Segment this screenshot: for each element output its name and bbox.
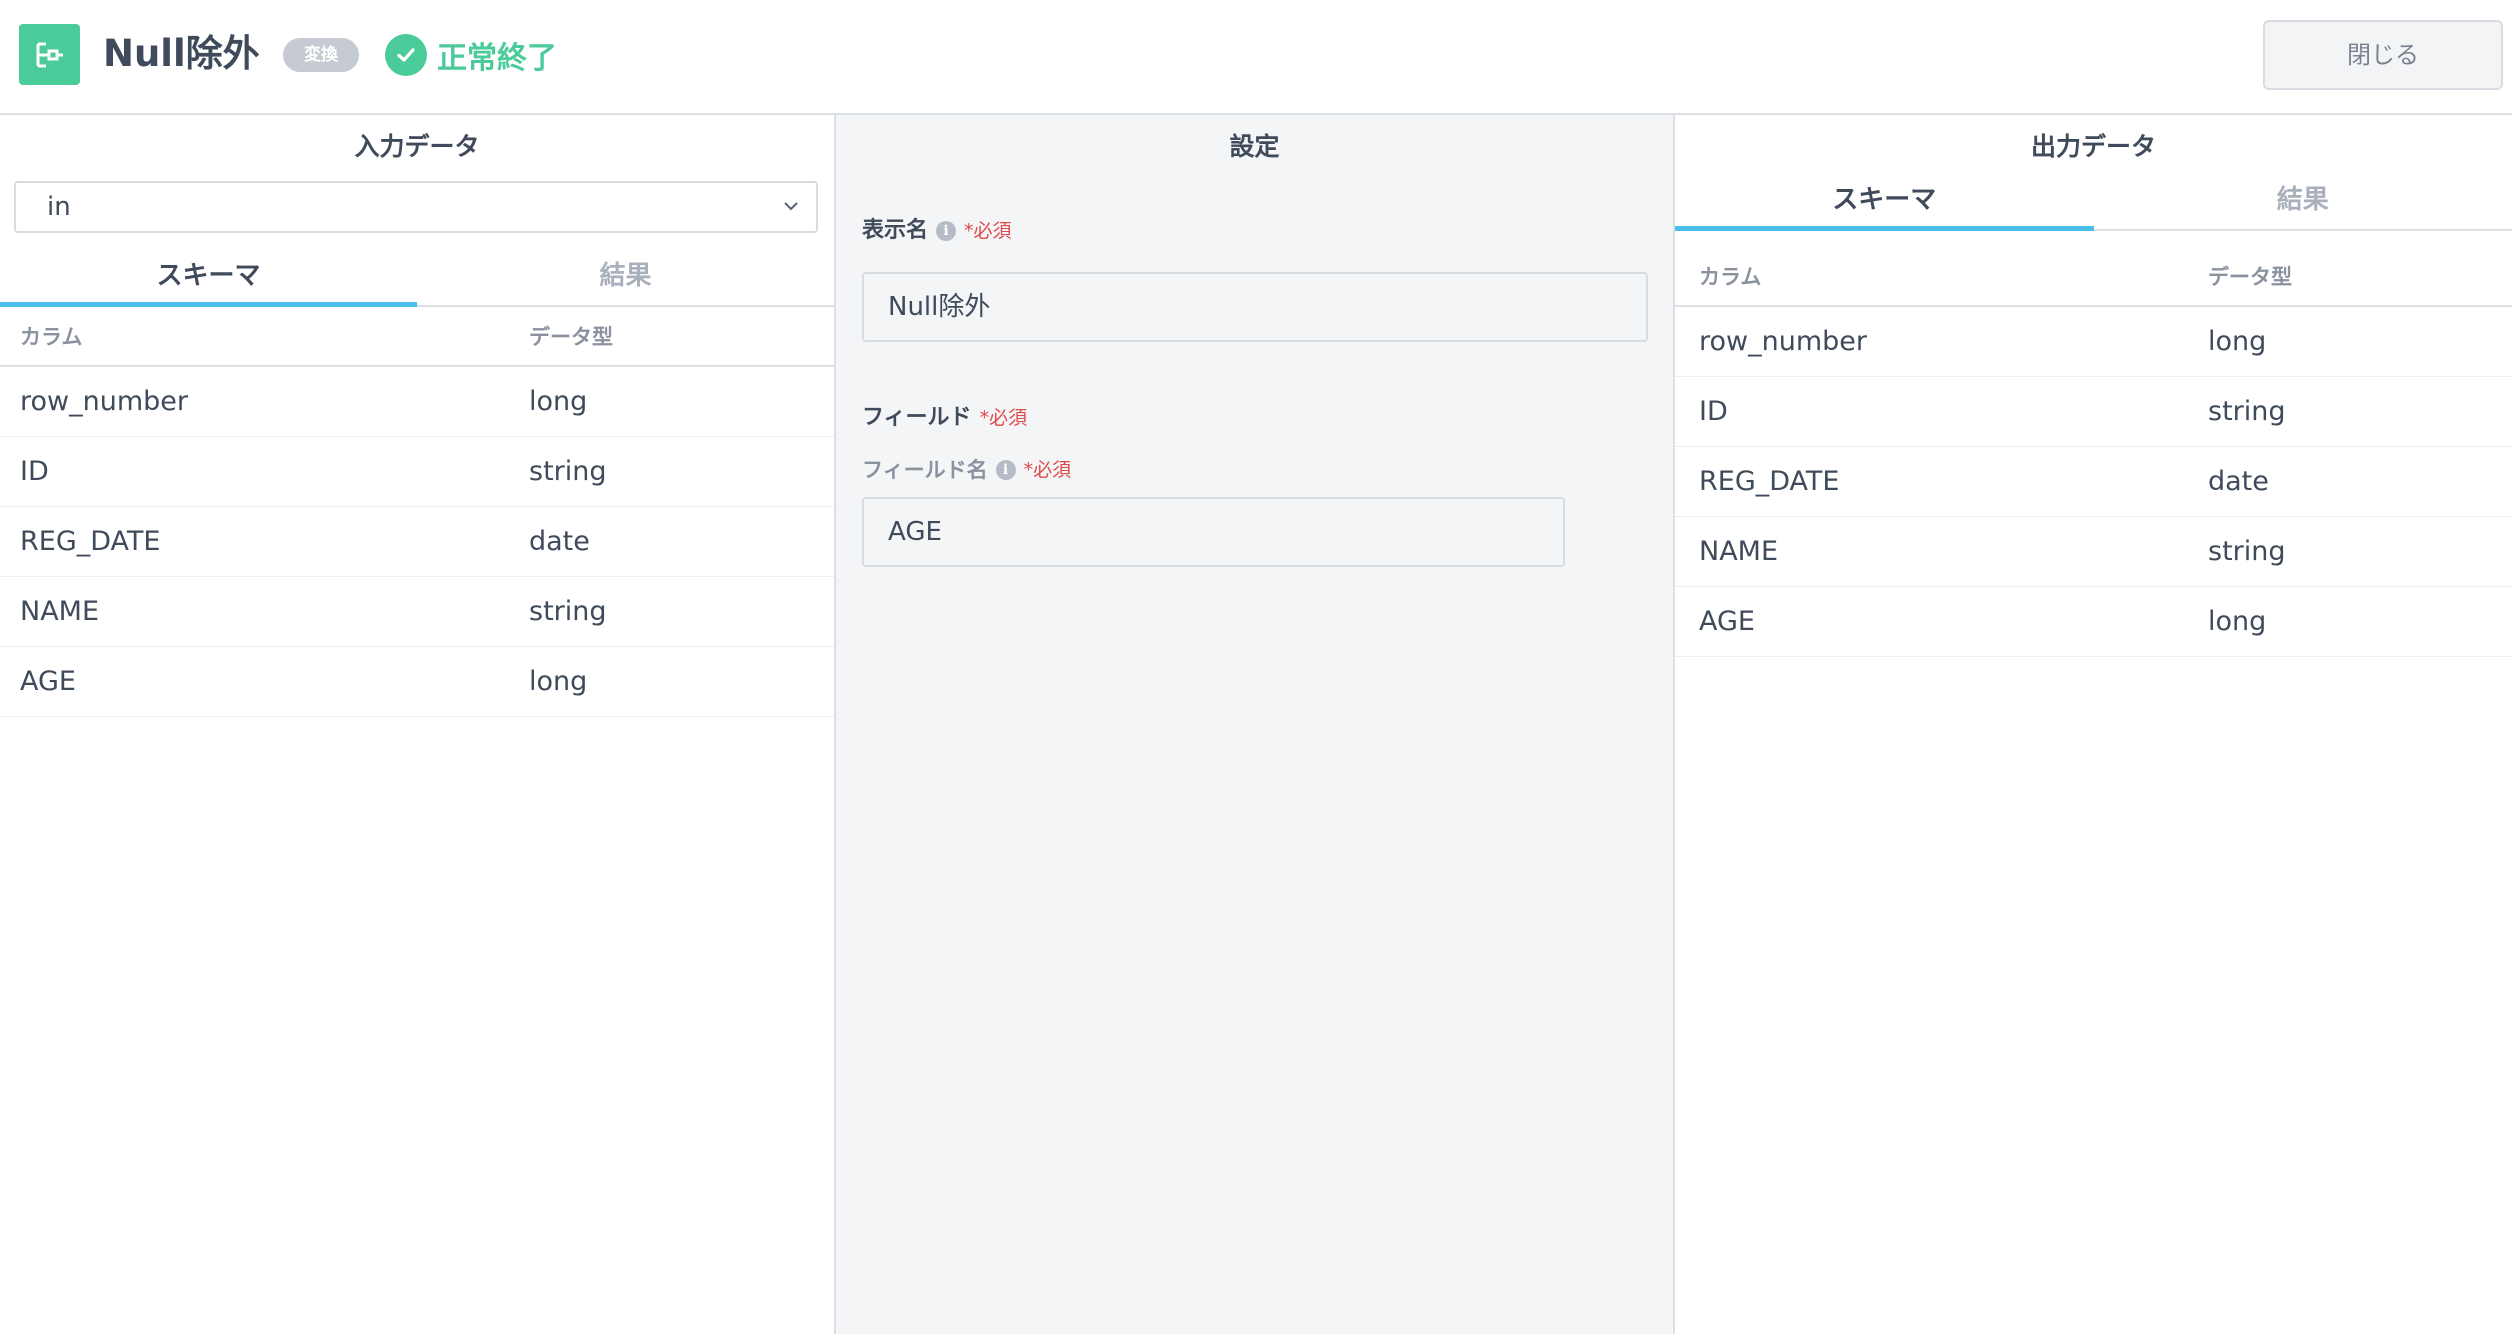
column-name: ID [20, 456, 49, 487]
page-title: Null除外 [103, 32, 260, 75]
required-marker: *必須 [979, 407, 1028, 429]
table-row: row_number long [0, 367, 834, 437]
chevron-down-icon [784, 202, 798, 211]
field-name-input[interactable]: AGE [862, 497, 1565, 567]
column-header-type: データ型 [2208, 265, 2292, 289]
column-type: string [529, 596, 607, 627]
column-type: string [2208, 536, 2286, 567]
table-row: ID string [0, 437, 834, 507]
output-tabs: スキーマ 結果 [1675, 169, 2512, 231]
tab-output-schema[interactable]: スキーマ [1675, 169, 2094, 231]
table-row: NAME string [1675, 517, 2512, 587]
tab-output-result[interactable]: 結果 [2094, 169, 2512, 231]
status-text: 正常終了 [437, 41, 557, 76]
input-schema-header: カラム データ型 [0, 307, 834, 367]
column-type: date [529, 526, 590, 557]
input-select[interactable]: in [14, 181, 818, 233]
close-button[interactable]: 閉じる [2263, 20, 2503, 90]
info-icon[interactable]: i [995, 460, 1016, 480]
output-data-panel: 出力データ スキーマ 結果 カラム データ型 row_number long I… [1675, 115, 2512, 1334]
check-circle-icon [385, 34, 427, 76]
input-tabs: スキーマ 結果 [0, 245, 834, 307]
column-name: REG_DATE [1699, 466, 1840, 497]
table-row: REG_DATE date [1675, 447, 2512, 517]
display-name-label-text: 表示名 [862, 218, 929, 243]
table-row: ID string [1675, 377, 2512, 447]
dialog-header: Null除外 変換 正常終了 閉じる [0, 0, 2512, 115]
display-name-label: 表示名 i *必須 [862, 215, 1012, 247]
column-header-name: カラム [20, 325, 83, 349]
column-name: AGE [20, 666, 76, 697]
column-name: AGE [1699, 606, 1755, 637]
column-header-name: カラム [1699, 265, 1762, 289]
required-marker: *必須 [964, 220, 1012, 242]
field-label-text: フィールド [862, 405, 972, 430]
input-select-value: in [47, 192, 71, 222]
table-row: REG_DATE date [0, 507, 834, 577]
output-schema-header: カラム データ型 [1675, 247, 2512, 307]
status-indicator: 正常終了 [385, 33, 557, 77]
column-type: long [529, 666, 588, 697]
column-name: row_number [1699, 326, 1867, 357]
column-type: long [529, 386, 588, 417]
column-name: ID [1699, 396, 1728, 427]
field-label: フィールド *必須 [862, 402, 1027, 434]
table-row: AGE long [0, 647, 834, 717]
display-name-input[interactable]: Null除外 [862, 272, 1648, 342]
column-name: NAME [20, 596, 100, 627]
type-badge: 変換 [283, 38, 359, 72]
column-name: NAME [1699, 536, 1779, 567]
tab-input-result[interactable]: 結果 [417, 245, 834, 307]
output-panel-title: 出力データ [2030, 132, 2156, 161]
node-icon [19, 24, 80, 85]
column-header-type: データ型 [529, 325, 613, 349]
tab-input-schema[interactable]: スキーマ [0, 245, 417, 307]
column-name: REG_DATE [20, 526, 161, 557]
table-row: AGE long [1675, 587, 2512, 657]
input-panel-title: 入力データ [354, 132, 480, 161]
column-type: date [2208, 466, 2269, 497]
column-type: string [2208, 396, 2286, 427]
table-row: NAME string [0, 577, 834, 647]
filter-node-icon [36, 42, 63, 67]
settings-panel-title: 設定 [1229, 132, 1280, 161]
table-row: row_number long [1675, 307, 2512, 377]
column-type: long [2208, 326, 2267, 357]
column-type: long [2208, 606, 2267, 637]
info-icon[interactable]: i [936, 221, 957, 241]
column-type: string [529, 456, 607, 487]
field-name-label-text: フィールド名 [862, 458, 988, 482]
field-name-label: フィールド名 i *必須 [862, 454, 1071, 486]
required-marker: *必須 [1023, 459, 1072, 481]
input-data-panel: 入力データ in スキーマ 結果 カラム データ型 row_number lon… [0, 115, 836, 1334]
settings-panel: 設定 表示名 i *必須 Null除外 フィールド *必須 フィールド名 i *… [836, 115, 1675, 1334]
column-name: row_number [20, 386, 188, 417]
